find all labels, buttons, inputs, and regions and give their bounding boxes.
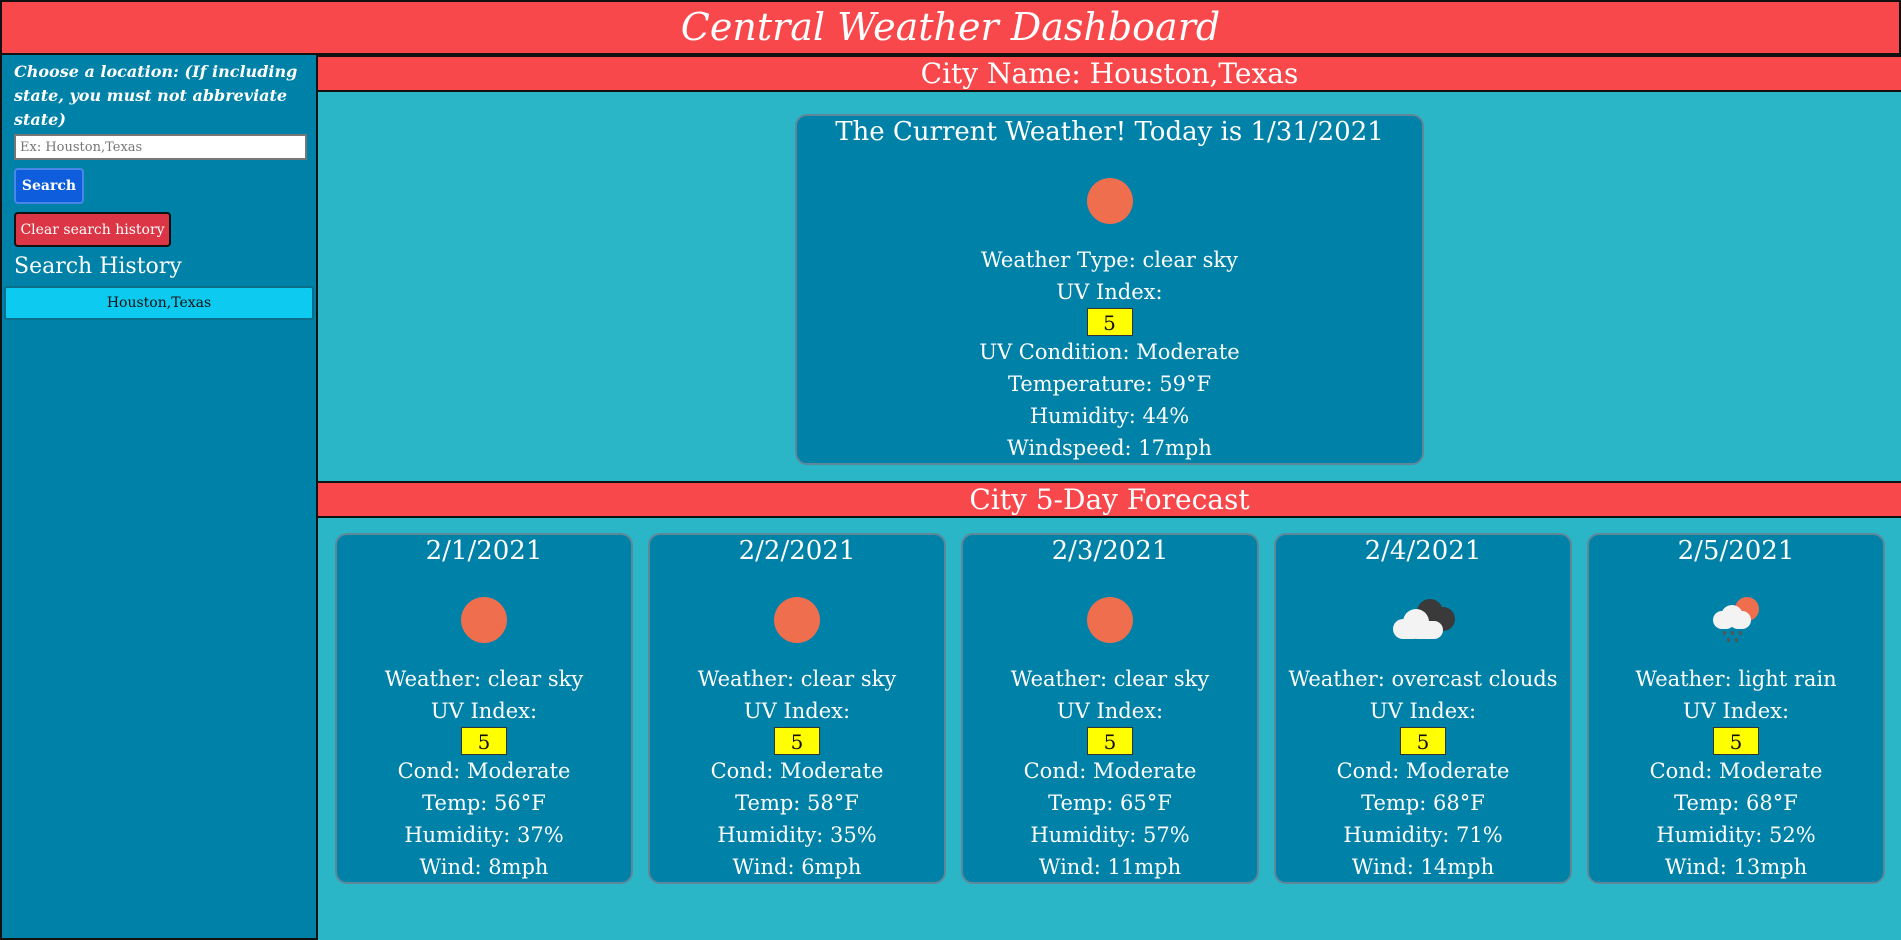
forecast-date: 2/3/2021 <box>1051 536 1169 566</box>
forecast-uv-badge: 5 <box>774 727 820 755</box>
sun-icon <box>774 597 820 643</box>
forecast-uv-badge: 5 <box>1087 727 1133 755</box>
overcast-cloud-icon <box>1391 597 1455 643</box>
windspeed: Windspeed: 17mph <box>1007 436 1212 460</box>
forecast-uv-label: UV Index: <box>430 699 538 723</box>
forecast-weather: Weather: overcast clouds <box>1288 667 1558 691</box>
forecast-card-day-5: 2/5/2021 Weather: light rain UV Index: 5… <box>1587 533 1885 884</box>
forecast-uv-label: UV Index: <box>1056 699 1164 723</box>
forecast-wind: Wind: 6mph <box>732 855 862 879</box>
forecast-weather: Weather: clear sky <box>697 667 897 691</box>
weather-type: Weather Type: clear sky <box>981 248 1238 272</box>
forecast-cond: Cond: Moderate <box>1649 759 1823 783</box>
forecast-wind: Wind: 11mph <box>1038 855 1182 879</box>
forecast-weather: Weather: light rain <box>1635 667 1837 691</box>
uv-condition: UV Condition: Moderate <box>979 340 1240 364</box>
forecast-wind: Wind: 14mph <box>1351 855 1495 879</box>
forecast-temp: Temp: 68°F <box>1361 791 1485 815</box>
sidebar: Choose a location: (If including state, … <box>0 55 318 940</box>
forecast-card-day-3: 2/3/2021 Weather: clear sky UV Index: 5 … <box>961 533 1259 884</box>
sun-icon <box>1086 178 1133 224</box>
forecast-card-day-4: 2/4/2021 Weather: overcast clouds UV Ind… <box>1274 533 1572 884</box>
app-title: Central Weather Dashboard <box>680 5 1221 49</box>
search-button[interactable]: Search <box>14 168 84 204</box>
forecast-date: 2/1/2021 <box>425 536 543 566</box>
forecast-uv-badge: 5 <box>1400 727 1446 755</box>
app-header: Central Weather Dashboard <box>0 0 1901 55</box>
clear-history-button[interactable]: Clear search history <box>14 212 171 247</box>
temperature: Temperature: 59°F <box>1007 372 1212 396</box>
forecast-temp: Temp: 56°F <box>422 791 546 815</box>
forecast-weather: Weather: clear sky <box>1010 667 1210 691</box>
forecast-temp: Temp: 68°F <box>1674 791 1798 815</box>
light-rain-icon <box>1709 597 1763 643</box>
forecast-humidity: Humidity: 57% <box>1030 823 1190 847</box>
city-name-label: City Name: Houston,Texas <box>920 57 1299 90</box>
history-item[interactable]: Houston,Texas <box>4 286 314 320</box>
forecast-wind: Wind: 8mph <box>419 855 549 879</box>
forecast-humidity: Humidity: 52% <box>1656 823 1816 847</box>
humidity: Humidity: 44% <box>1029 404 1190 428</box>
uv-index-badge: 5 <box>1086 308 1133 336</box>
forecast-uv-label: UV Index: <box>743 699 851 723</box>
forecast-title: City 5-Day Forecast <box>969 483 1250 516</box>
forecast-temp: Temp: 65°F <box>1048 791 1172 815</box>
forecast-cond: Cond: Moderate <box>1023 759 1197 783</box>
forecast-date: 2/4/2021 <box>1364 536 1482 566</box>
forecast-cond: Cond: Moderate <box>710 759 884 783</box>
forecast-card-day-2: 2/2/2021 Weather: clear sky UV Index: 5 … <box>648 533 946 884</box>
current-weather-card: The Current Weather! Today is 1/31/2021 … <box>795 114 1424 465</box>
uv-index-label: UV Index: <box>1056 280 1163 304</box>
sun-icon <box>461 597 507 643</box>
forecast-uv-badge: 5 <box>461 727 507 755</box>
forecast-cond: Cond: Moderate <box>1336 759 1510 783</box>
forecast-humidity: Humidity: 35% <box>717 823 877 847</box>
forecast-humidity: Humidity: 37% <box>404 823 564 847</box>
search-input[interactable] <box>14 134 307 160</box>
sun-icon <box>1087 597 1133 643</box>
search-history-title: Search History <box>14 254 182 279</box>
forecast-cond: Cond: Moderate <box>397 759 571 783</box>
forecast-date: 2/5/2021 <box>1677 536 1795 566</box>
forecast-temp: Temp: 58°F <box>735 791 859 815</box>
forecast-weather: Weather: clear sky <box>384 667 584 691</box>
forecast-humidity: Humidity: 71% <box>1343 823 1503 847</box>
forecast-bar: City 5-Day Forecast <box>318 481 1901 518</box>
forecast-date: 2/2/2021 <box>738 536 856 566</box>
current-weather-title: The Current Weather! Today is 1/31/2021 <box>835 117 1384 147</box>
forecast-uv-label: UV Index: <box>1682 699 1790 723</box>
forecast-card-day-1: 2/1/2021 Weather: clear sky UV Index: 5 … <box>335 533 633 884</box>
forecast-uv-label: UV Index: <box>1369 699 1477 723</box>
location-prompt: Choose a location: (If including state, … <box>14 62 298 129</box>
forecast-wind: Wind: 13mph <box>1664 855 1808 879</box>
forecast-uv-badge: 5 <box>1713 727 1759 755</box>
city-name-bar: City Name: Houston,Texas <box>318 55 1901 92</box>
